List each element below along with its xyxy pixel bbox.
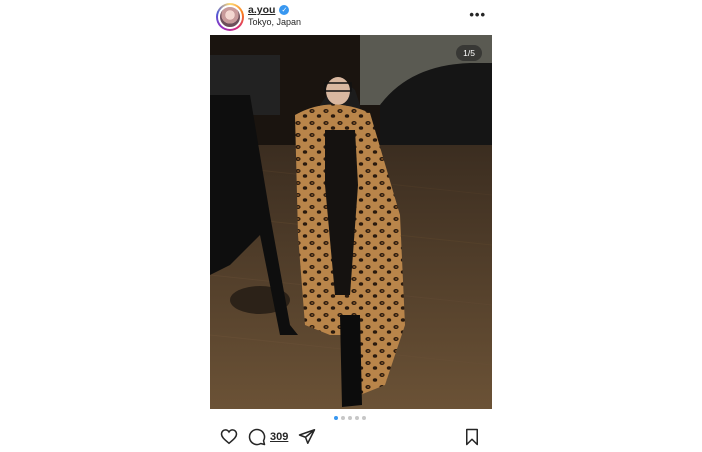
verified-badge-icon: ✓ bbox=[279, 5, 290, 15]
carousel-dots bbox=[334, 416, 366, 420]
carousel-dot[interactable] bbox=[341, 416, 345, 420]
carousel-dot[interactable] bbox=[348, 416, 352, 420]
comment-button[interactable]: 309 bbox=[248, 428, 288, 446]
carousel-dot[interactable] bbox=[334, 416, 338, 420]
avatar[interactable] bbox=[216, 3, 244, 31]
username-link[interactable]: a.you bbox=[248, 4, 275, 16]
comment-icon bbox=[248, 428, 266, 446]
save-button[interactable] bbox=[464, 428, 480, 446]
carousel-dot[interactable] bbox=[362, 416, 366, 420]
carousel-counter: 1/5 bbox=[456, 45, 482, 61]
send-icon bbox=[298, 429, 316, 444]
carousel-dot[interactable] bbox=[355, 416, 359, 420]
share-button[interactable] bbox=[298, 428, 316, 445]
heart-icon bbox=[220, 429, 238, 445]
like-button[interactable] bbox=[220, 428, 238, 445]
username-row: a.you ✓ bbox=[248, 4, 290, 16]
post-header: a.you ✓ Tokyo, Japan ••• bbox=[210, 0, 492, 34]
location-link[interactable]: Tokyo, Japan bbox=[248, 17, 301, 27]
photo-illustration bbox=[210, 35, 492, 409]
more-horizontal-icon[interactable]: ••• bbox=[469, 7, 486, 22]
comment-count[interactable]: 309 bbox=[270, 431, 288, 443]
bookmark-icon bbox=[466, 428, 478, 446]
avatar-image bbox=[218, 5, 242, 29]
post-photo[interactable]: 1/5 bbox=[210, 35, 492, 409]
action-bar: 309 bbox=[216, 428, 486, 448]
